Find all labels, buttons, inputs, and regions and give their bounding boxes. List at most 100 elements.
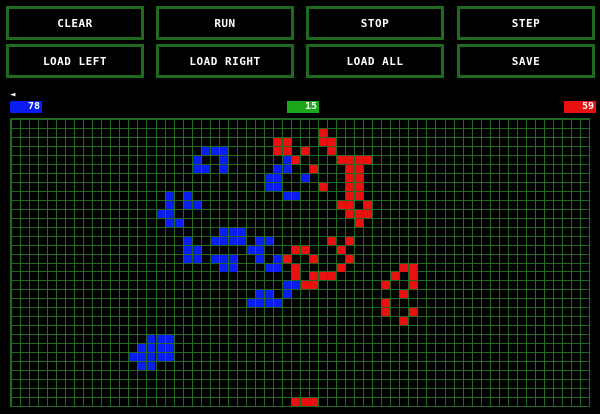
blue-cell[interactable] — [256, 299, 264, 307]
blue-cell[interactable] — [157, 353, 165, 361]
red-cell[interactable] — [346, 237, 354, 245]
blue-cell[interactable] — [184, 246, 192, 254]
blue-cell[interactable] — [274, 299, 282, 307]
blue-cell[interactable] — [256, 246, 264, 254]
red-cell[interactable] — [355, 210, 363, 218]
red-cell[interactable] — [337, 201, 345, 209]
red-cell[interactable] — [337, 156, 345, 164]
blue-cell[interactable] — [157, 335, 165, 343]
red-cell[interactable] — [292, 156, 300, 164]
red-cell[interactable] — [346, 255, 354, 263]
red-cell[interactable] — [328, 138, 336, 146]
blue-cell[interactable] — [147, 335, 155, 343]
blue-cell[interactable] — [256, 255, 264, 263]
red-cell[interactable] — [301, 246, 309, 254]
blue-cell[interactable] — [229, 228, 237, 236]
blue-cell[interactable] — [220, 255, 228, 263]
blue-cell[interactable] — [175, 219, 183, 227]
blue-cell[interactable] — [265, 299, 273, 307]
red-cell[interactable] — [346, 210, 354, 218]
red-cell[interactable] — [292, 264, 300, 272]
red-cell[interactable] — [346, 192, 354, 200]
blue-cell[interactable] — [129, 353, 137, 361]
red-cell[interactable] — [319, 129, 327, 137]
blue-cell[interactable] — [247, 299, 255, 307]
load-all-button[interactable]: LOAD ALL — [306, 44, 444, 78]
step-button[interactable]: STEP — [457, 6, 595, 40]
blue-cell[interactable] — [301, 174, 309, 182]
red-cell[interactable] — [355, 183, 363, 191]
red-cell[interactable] — [400, 264, 408, 272]
blue-cell[interactable] — [166, 210, 174, 218]
red-cell[interactable] — [283, 255, 291, 263]
blue-cell[interactable] — [265, 237, 273, 245]
red-cell[interactable] — [283, 138, 291, 146]
red-cell[interactable] — [319, 183, 327, 191]
board-grid[interactable] — [11, 119, 589, 406]
red-cell[interactable] — [310, 255, 318, 263]
blue-cell[interactable] — [220, 147, 228, 155]
blue-cell[interactable] — [147, 362, 155, 370]
red-cell[interactable] — [346, 183, 354, 191]
blue-cell[interactable] — [220, 237, 228, 245]
blue-cell[interactable] — [274, 174, 282, 182]
blue-cell[interactable] — [138, 362, 146, 370]
blue-cell[interactable] — [274, 183, 282, 191]
red-cell[interactable] — [355, 219, 363, 227]
blue-cell[interactable] — [166, 192, 174, 200]
blue-cell[interactable] — [193, 156, 201, 164]
blue-cell[interactable] — [157, 344, 165, 352]
blue-cell[interactable] — [229, 255, 237, 263]
red-cell[interactable] — [391, 272, 399, 280]
red-cell[interactable] — [355, 174, 363, 182]
blue-cell[interactable] — [184, 255, 192, 263]
blue-cell[interactable] — [184, 201, 192, 209]
blue-cell[interactable] — [211, 237, 219, 245]
red-cell[interactable] — [310, 272, 318, 280]
blue-cell[interactable] — [256, 237, 264, 245]
blue-cell[interactable] — [220, 165, 228, 173]
blue-cell[interactable] — [220, 264, 228, 272]
red-cell[interactable] — [364, 201, 372, 209]
blue-cell[interactable] — [274, 255, 282, 263]
blue-cell[interactable] — [202, 165, 210, 173]
red-cell[interactable] — [337, 246, 345, 254]
blue-cell[interactable] — [166, 344, 174, 352]
red-cell[interactable] — [400, 317, 408, 325]
blue-cell[interactable] — [274, 165, 282, 173]
red-cell[interactable] — [409, 272, 417, 280]
blue-cell[interactable] — [265, 183, 273, 191]
blue-cell[interactable] — [138, 353, 146, 361]
red-cell[interactable] — [274, 147, 282, 155]
blue-cell[interactable] — [193, 246, 201, 254]
blue-cell[interactable] — [292, 281, 300, 289]
red-cell[interactable] — [382, 281, 390, 289]
blue-cell[interactable] — [283, 281, 291, 289]
stop-button[interactable]: STOP — [306, 6, 444, 40]
blue-cell[interactable] — [166, 201, 174, 209]
red-cell[interactable] — [328, 272, 336, 280]
red-cell[interactable] — [355, 192, 363, 200]
blue-cell[interactable] — [166, 219, 174, 227]
blue-cell[interactable] — [166, 335, 174, 343]
blue-cell[interactable] — [292, 192, 300, 200]
red-cell[interactable] — [292, 398, 300, 406]
red-cell[interactable] — [409, 281, 417, 289]
red-cell[interactable] — [328, 237, 336, 245]
red-cell[interactable] — [310, 398, 318, 406]
red-cell[interactable] — [292, 246, 300, 254]
blue-cell[interactable] — [193, 201, 201, 209]
red-cell[interactable] — [301, 147, 309, 155]
blue-cell[interactable] — [147, 344, 155, 352]
red-cell[interactable] — [346, 156, 354, 164]
load-right-button[interactable]: LOAD RIGHT — [156, 44, 294, 78]
blue-cell[interactable] — [184, 237, 192, 245]
blue-cell[interactable] — [265, 264, 273, 272]
blue-cell[interactable] — [247, 246, 255, 254]
red-cell[interactable] — [346, 174, 354, 182]
blue-cell[interactable] — [184, 192, 192, 200]
clear-button[interactable]: CLEAR — [6, 6, 144, 40]
red-cell[interactable] — [274, 138, 282, 146]
red-cell[interactable] — [355, 156, 363, 164]
blue-cell[interactable] — [202, 147, 210, 155]
